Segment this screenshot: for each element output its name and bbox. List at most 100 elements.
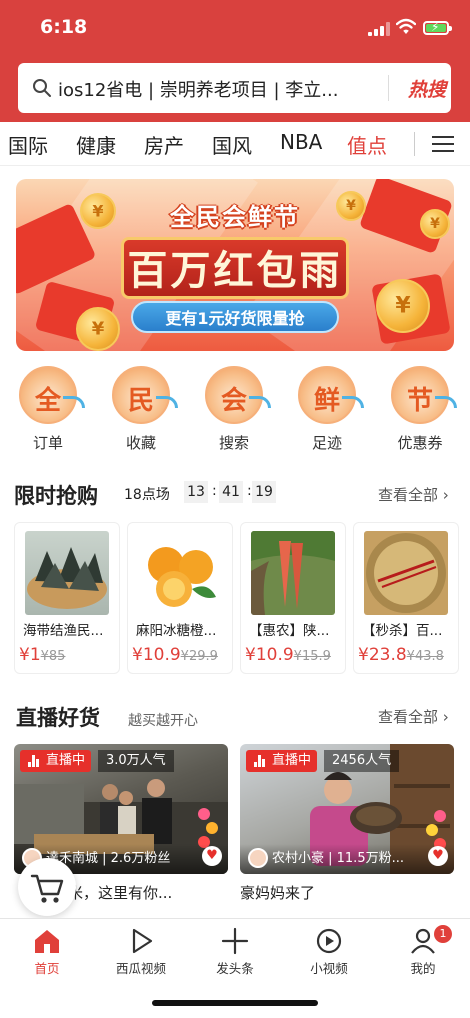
live-card[interactable]: 直播中 2456人气 农村小豪 | 11.5万粉... ♥	[240, 744, 454, 874]
home-indicator[interactable]	[152, 1000, 318, 1006]
festival-badge-icon: 全	[19, 366, 85, 424]
channel-menu-icon[interactable]	[432, 134, 454, 154]
quick-icon-favorites[interactable]: 民 收藏	[101, 366, 181, 453]
quick-icon-coupons[interactable]: 节 优惠券	[380, 366, 460, 453]
product-card[interactable]: 麻阳冰糖橙... ¥10.9¥29.9	[127, 522, 233, 674]
live-author: 农村小豪 | 11.5万粉...	[272, 851, 404, 866]
heart-icon[interactable]: ♥	[202, 846, 222, 866]
product-current-price: ¥10.9	[245, 645, 294, 665]
search-trending-text[interactable]: ios12省电 | 崇明养老项目 | 李立...	[58, 76, 368, 102]
tab-zhidian[interactable]: 值点	[347, 130, 387, 159]
nav-label: 西瓜视频	[115, 961, 166, 976]
product-name: 麻阳冰糖橙...	[136, 623, 217, 639]
live-section-title: 直播好货	[16, 706, 100, 730]
live-section-subtitle: 越买越开心	[128, 713, 198, 729]
timer-minutes: 41	[219, 481, 243, 503]
product-name: 海带结渔民...	[23, 623, 104, 639]
product-current-price: ¥1	[19, 645, 41, 665]
play-icon	[126, 927, 156, 955]
festival-badge-icon: 鲜	[298, 366, 364, 424]
quick-icon-label: 收藏	[125, 434, 156, 452]
quick-icon-search[interactable]: 会 搜索	[194, 366, 274, 453]
live-popularity: 2456人气	[324, 750, 400, 772]
tab-international[interactable]: 国际	[8, 130, 48, 159]
search-bar[interactable]: ios12省电 | 崇明养老项目 | 李立... 热搜	[18, 63, 451, 113]
channel-tabs: 国际 健康 房产 国风 NBA 值点	[0, 122, 470, 166]
see-all-label: 查看全部	[378, 708, 439, 726]
see-all-label: 查看全部	[378, 486, 439, 504]
festival-badge-icon: 会	[205, 366, 271, 424]
product-card[interactable]: 【惠农】陕... ¥10.9¥15.9	[240, 522, 346, 674]
avatar	[248, 848, 268, 868]
product-image-carrot	[251, 531, 335, 615]
product-image-kelp	[25, 531, 109, 615]
plus-icon	[220, 927, 250, 955]
home-icon	[32, 927, 62, 955]
nav-label: 发头条	[216, 961, 254, 976]
product-current-price: ¥10.9	[132, 645, 181, 665]
coin-icon: ¥	[76, 307, 120, 351]
coin-icon: ¥	[376, 279, 430, 333]
chevron-right-icon: ›	[438, 486, 449, 504]
product-image-noodles	[364, 531, 448, 615]
heart-icon[interactable]: ♥	[428, 846, 448, 866]
small-video-icon	[314, 927, 344, 955]
live-see-all[interactable]: 查看全部 ›	[378, 706, 449, 727]
menu-divider	[414, 132, 415, 156]
product-price: ¥1¥85	[19, 645, 65, 665]
main-content: ¥ ¥ ¥ ¥ ¥ 全民会鲜节 百万红包雨 更有1元好货限量抢 全 订单 民 收…	[0, 166, 470, 918]
nav-small-video[interactable]: 小视频	[289, 927, 369, 977]
flash-sale-see-all[interactable]: 查看全部 ›	[378, 484, 449, 505]
promo-banner[interactable]: ¥ ¥ ¥ ¥ ¥ 全民会鲜节 百万红包雨 更有1元好货限量抢	[16, 179, 454, 351]
flash-sale-session: 18点场	[124, 487, 170, 503]
flash-sale-products: 海带结渔民... ¥1¥85 麻阳冰糖橙... ¥10.9¥29.9 【惠农】陕…	[0, 522, 470, 678]
banner-headline: 百万红包雨	[121, 237, 349, 299]
battery-icon: ⚡	[423, 20, 452, 35]
product-name: 【惠农】陕...	[249, 623, 330, 639]
wifi-icon	[396, 18, 416, 34]
floating-cart-button[interactable]	[18, 858, 76, 916]
quick-icon-label: 足迹	[311, 434, 342, 452]
tab-health[interactable]: 健康	[76, 130, 116, 159]
nav-home[interactable]: 首页	[7, 927, 87, 977]
banner-title: 全民会鲜节	[170, 203, 300, 231]
nav-post[interactable]: 发头条	[195, 927, 275, 977]
quick-icon-label: 搜索	[218, 434, 249, 452]
nav-label: 小视频	[310, 961, 348, 976]
nav-label: 首页	[34, 961, 60, 976]
chevron-right-icon: ›	[438, 708, 449, 726]
banner-pill: 更有1元好货限量抢	[131, 301, 339, 333]
status-bar: 6:18 ⚡	[0, 0, 470, 56]
product-image-orange	[138, 531, 222, 615]
hot-search-button[interactable]: 热搜	[408, 75, 446, 102]
live-status-badge: 直播中	[246, 750, 318, 772]
cellular-signal-icon	[368, 22, 390, 36]
search-icon	[33, 79, 51, 97]
nav-label: 我的	[410, 961, 436, 976]
product-card[interactable]: 【秒杀】百... ¥23.8¥43.8	[353, 522, 459, 674]
live-popularity: 3.0万人气	[98, 750, 174, 772]
product-original-price: ¥43.8	[406, 649, 444, 664]
nav-xigua-video[interactable]: 西瓜视频	[101, 927, 181, 977]
notification-badge: 1	[434, 925, 452, 943]
tab-guofeng[interactable]: 国风	[212, 130, 252, 159]
product-price: ¥10.9¥15.9	[245, 645, 331, 665]
timer-colon: :	[212, 483, 217, 499]
tab-real-estate[interactable]: 房产	[144, 130, 184, 159]
tab-nba[interactable]: NBA	[280, 130, 322, 154]
quick-icon-label: 优惠券	[397, 434, 443, 452]
cart-icon	[30, 874, 64, 903]
live-footer: 农村小豪 | 11.5万粉... ♥	[240, 844, 454, 874]
live-card[interactable]: 直播中 3.0万人气 達禾南城 | 2.6万粉丝 ♥	[14, 744, 228, 874]
timer-seconds: 19	[252, 481, 276, 503]
quick-icon-label: 订单	[32, 434, 63, 452]
quick-icon-orders[interactable]: 全 订单	[8, 366, 88, 453]
timer-colon: :	[247, 483, 252, 499]
festival-badge-icon: 民	[112, 366, 178, 424]
product-price: ¥10.9¥29.9	[132, 645, 218, 665]
quick-icons-row: 全 订单 民 收藏 会 搜索 鲜 足迹 节 优惠券	[0, 366, 470, 466]
quick-icon-history[interactable]: 鲜 足迹	[287, 366, 367, 453]
festival-badge-icon: 节	[391, 366, 457, 424]
product-card[interactable]: 海带结渔民... ¥1¥85	[14, 522, 120, 674]
live-bars-icon	[254, 755, 266, 767]
